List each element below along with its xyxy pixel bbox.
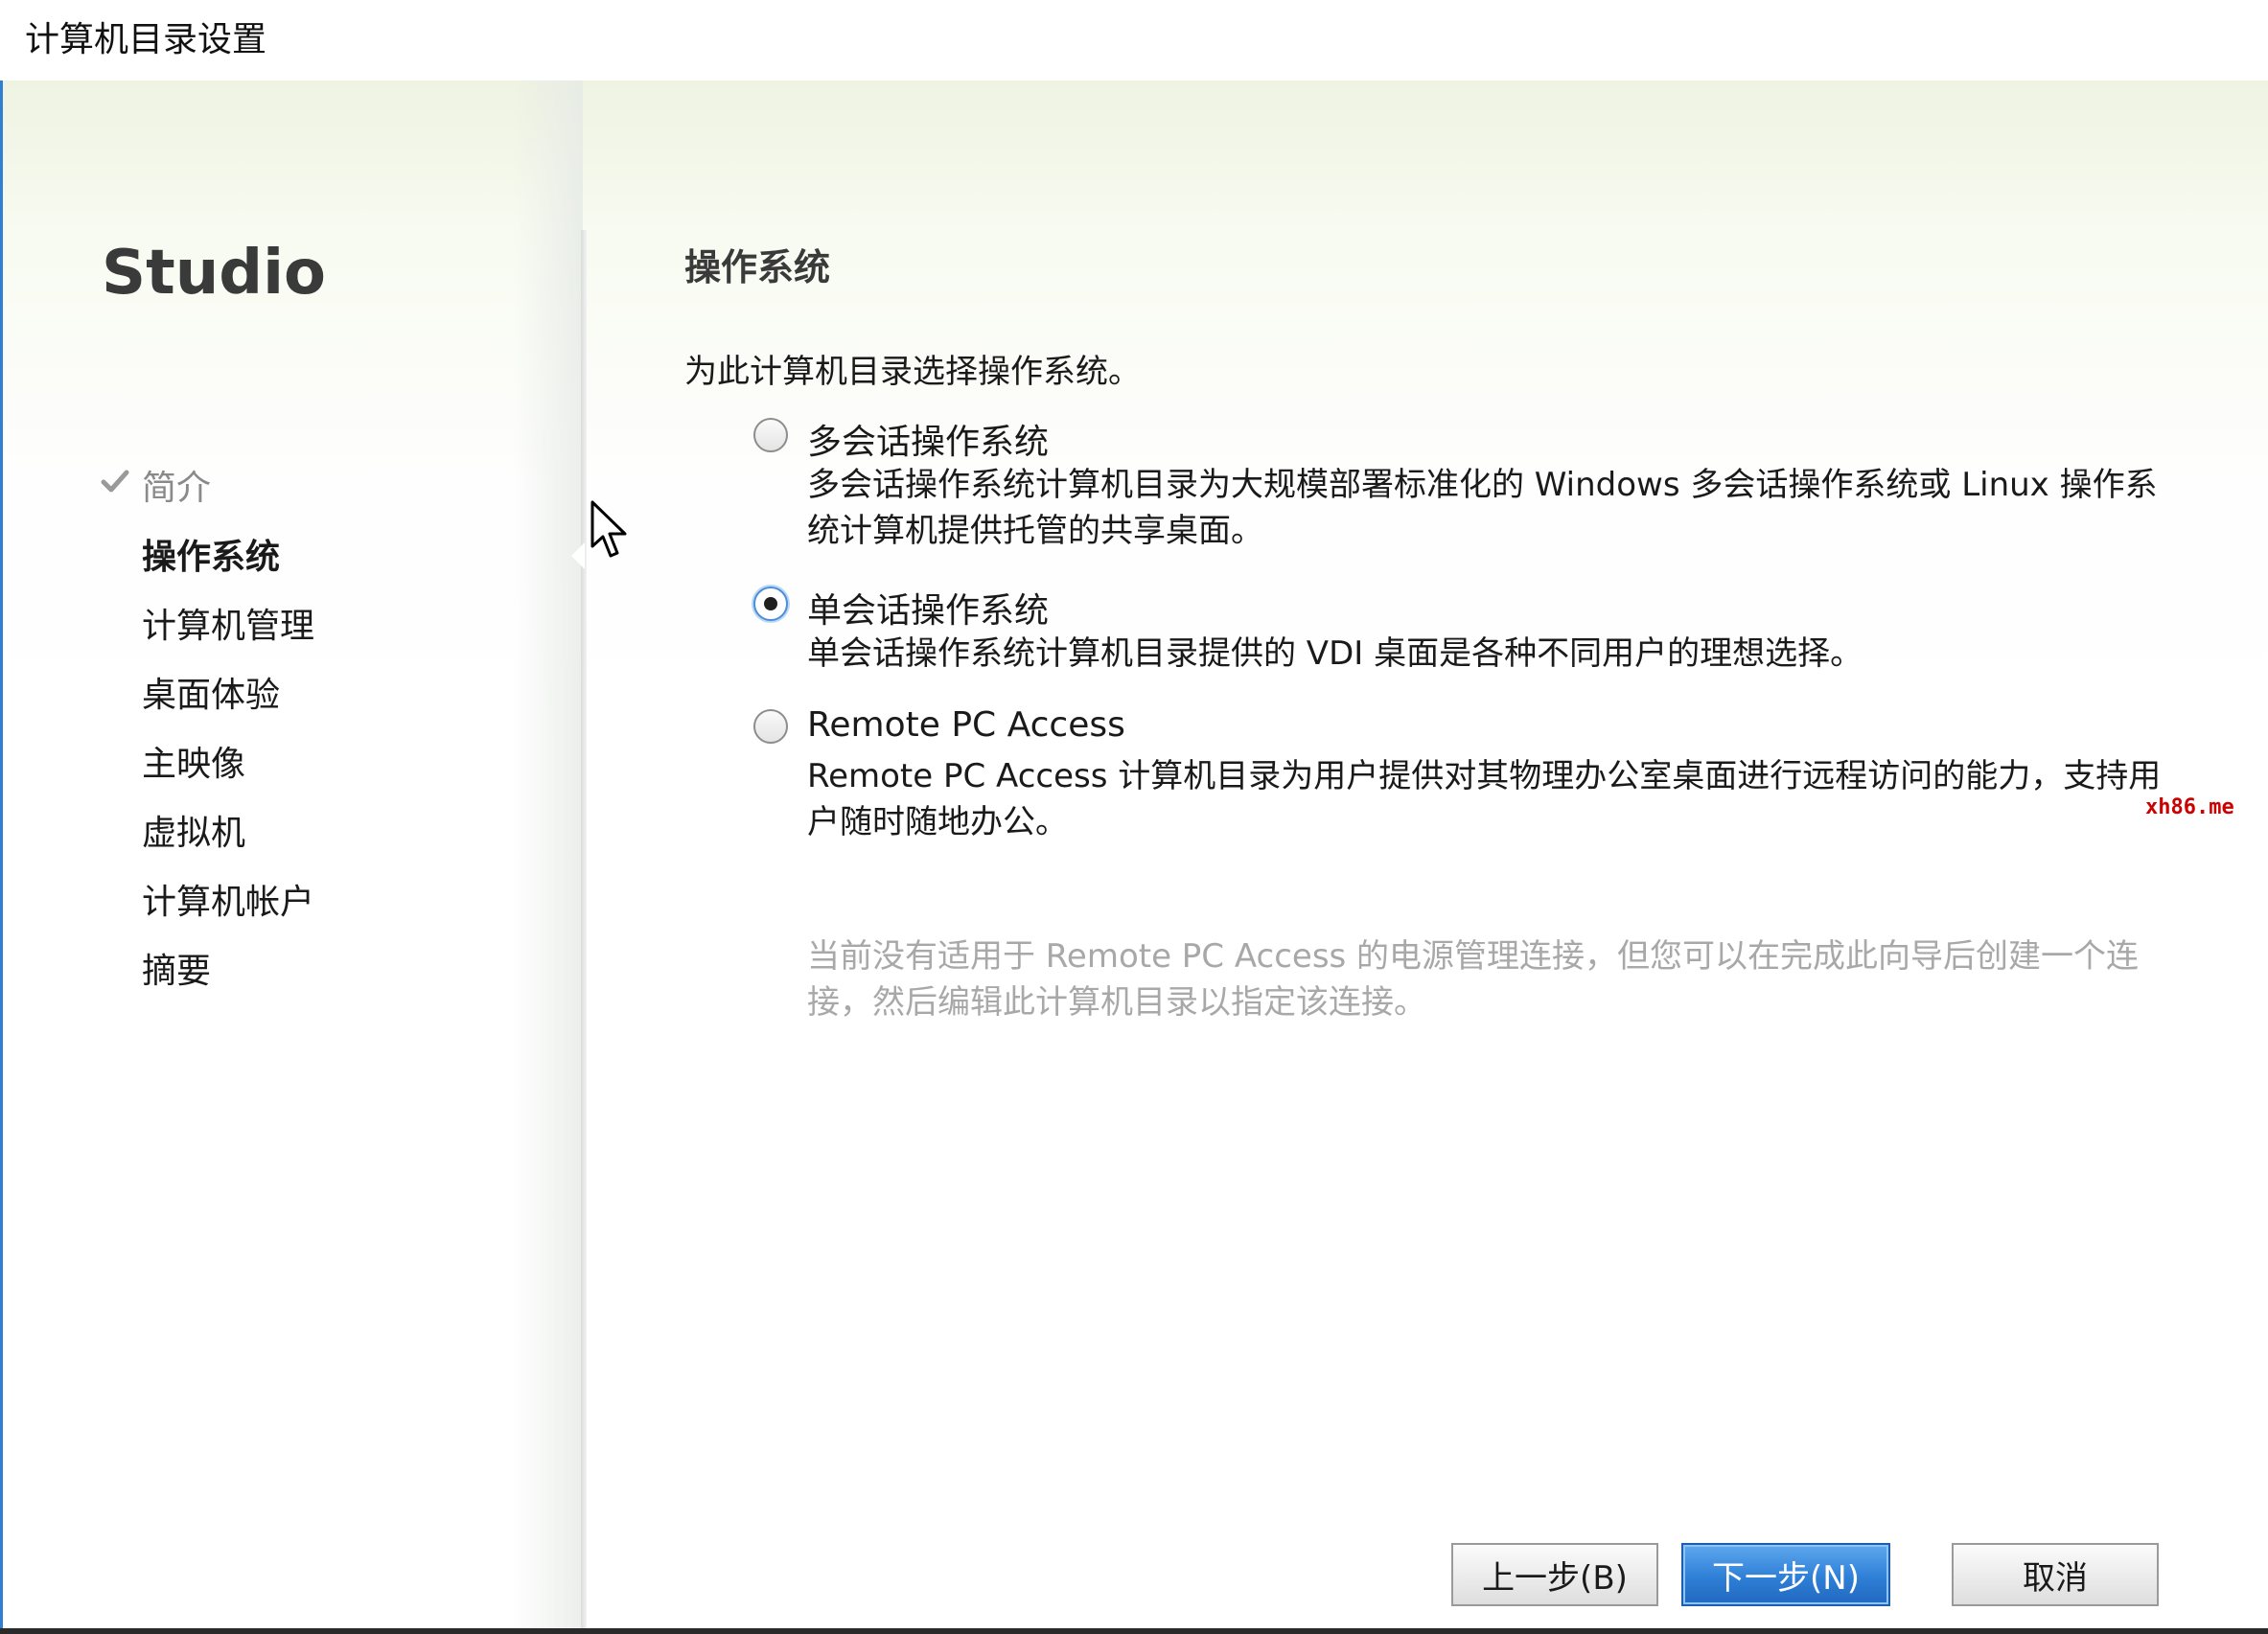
- title-bar: 计算机目录设置: [0, 0, 2268, 81]
- step-intro: 简介: [142, 469, 212, 508]
- step-operating-system: 操作系统: [142, 538, 281, 577]
- check-icon: [101, 470, 129, 493]
- radio-selected-dot: [764, 597, 777, 610]
- cancel-button[interactable]: 取消: [1952, 1543, 2159, 1606]
- step-computer-accounts: 计算机帐户: [142, 883, 315, 922]
- radio-remote-pc-access[interactable]: [753, 709, 788, 744]
- option-description: 单会话操作系统计算机目录提供的 VDI 桌面是各种不同用户的理想选择。: [807, 634, 1863, 673]
- step-summary: 摘要: [142, 952, 212, 991]
- step-desktop-experience: 桌面体验: [142, 676, 281, 715]
- radio-single-session[interactable]: [753, 587, 788, 621]
- sidebar-divider: [581, 230, 587, 1628]
- option-label[interactable]: 多会话操作系统: [807, 414, 1049, 464]
- option-label[interactable]: 单会话操作系统: [807, 583, 1049, 633]
- radio-multi-session[interactable]: [753, 418, 788, 452]
- window-bottom-border: [0, 1628, 2268, 1634]
- active-step-notch: [571, 542, 585, 569]
- remote-pc-access-note: 当前没有适用于 Remote PC Access 的电源管理连接，但您可以在完成…: [807, 937, 2140, 1022]
- step-master-image: 主映像: [142, 745, 246, 784]
- option-label[interactable]: Remote PC Access: [807, 705, 1125, 745]
- next-button[interactable]: 下一步(N): [1681, 1543, 1890, 1606]
- step-machine-management: 计算机管理: [142, 607, 315, 646]
- option-description: Remote PC Access 计算机目录为用户提供对其物理办公室桌面进行远程…: [807, 757, 2162, 841]
- wizard-sidebar: [0, 81, 583, 1628]
- page-instruction: 为此计算机目录选择操作系统。: [684, 353, 1141, 391]
- mouse-pointer-icon: [590, 500, 627, 558]
- step-virtual-machines: 虚拟机: [142, 814, 246, 853]
- window-title: 计算机目录设置: [25, 20, 267, 59]
- page-title: 操作系统: [684, 246, 831, 288]
- option-description: 多会话操作系统计算机目录为大规模部署标准化的 Windows 多会话操作系统或 …: [807, 466, 2158, 550]
- back-button[interactable]: 上一步(B): [1451, 1543, 1658, 1606]
- watermark-text: xh86.me: [2145, 795, 2234, 819]
- brand-title: Studio: [102, 238, 326, 309]
